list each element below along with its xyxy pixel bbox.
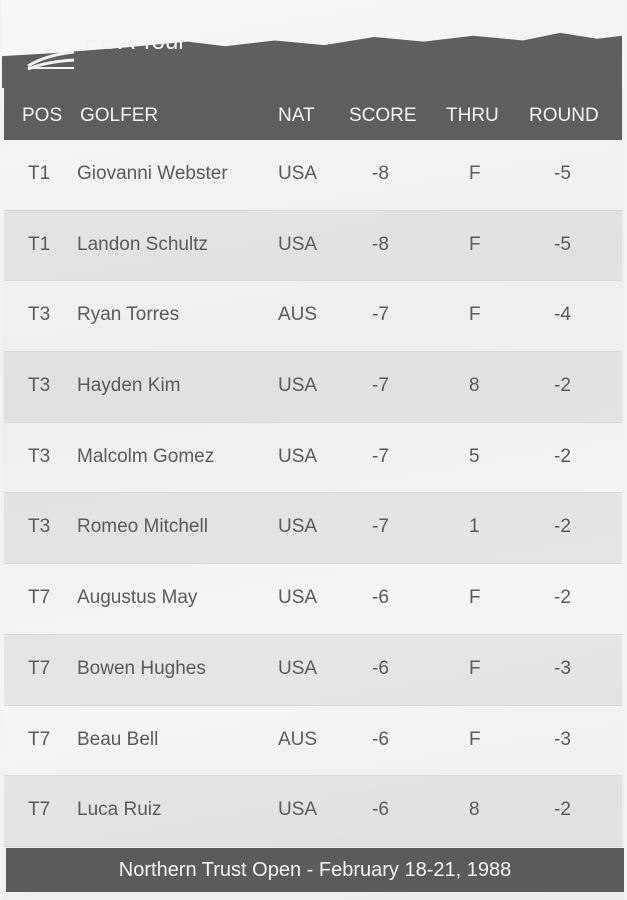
thru: F	[469, 657, 481, 679]
position: T1	[28, 233, 51, 255]
position: T7	[28, 799, 51, 821]
score: -6	[372, 587, 389, 609]
score: -7	[372, 445, 389, 467]
nationality: USA	[278, 233, 318, 255]
nationality: USA	[278, 516, 318, 538]
thru: F	[469, 233, 481, 255]
tour-logo-icon	[27, 50, 75, 70]
golfer-name: Giovanni Webster	[77, 163, 228, 184]
golfer-name: Romeo Mitchell	[77, 516, 208, 538]
position: T3	[28, 516, 51, 538]
nationality: USA	[278, 375, 318, 397]
golfer-name: Luca Ruiz	[77, 799, 162, 821]
round-score: -5	[554, 163, 571, 184]
thru: 8	[469, 375, 480, 397]
event-title: Northern Trust Open - February 18-21, 19…	[118, 858, 512, 881]
score: -7	[372, 304, 389, 326]
col-pos: POS	[22, 105, 63, 126]
nationality: USA	[278, 799, 318, 821]
col-round: ROUND	[529, 105, 599, 126]
round-score: -5	[554, 233, 571, 255]
thru: F	[469, 728, 481, 750]
round-score: -4	[554, 304, 571, 326]
table-row: T3 Malcolm Gomez USA -7 5 -2	[4, 423, 622, 494]
thru: 1	[469, 516, 480, 538]
table-row: T3 Romeo Mitchell USA -7 1 -2	[4, 493, 622, 565]
nationality: USA	[278, 445, 318, 467]
golfer-name: Ryan Torres	[77, 304, 180, 326]
golfer-name: Augustus May	[77, 587, 198, 609]
position: T7	[28, 657, 51, 679]
round-score: -2	[554, 799, 571, 821]
nationality: USA	[278, 163, 318, 184]
table-row: T7 Beau Bell AUS -6 F -3	[4, 706, 622, 777]
golfer-name: Beau Bell	[77, 728, 159, 750]
round-score: -2	[554, 587, 571, 609]
round-score: -2	[554, 516, 571, 538]
round-score: -2	[554, 375, 571, 397]
nationality: USA	[278, 657, 318, 679]
table-row: T3 Ryan Torres AUS -7 F -4	[4, 281, 622, 353]
position: T3	[28, 445, 51, 467]
round-score: -2	[554, 445, 571, 467]
round-score: -3	[554, 728, 571, 750]
table-row: T3 Hayden Kim USA -7 8 -2	[4, 352, 622, 423]
thru: F	[469, 163, 481, 184]
table-row: T1 Landon Schultz USA -8 F -5	[4, 210, 622, 282]
position: T7	[28, 728, 51, 750]
thru: F	[469, 304, 481, 326]
table-row: T1 Giovanni Webster USA -8 F -5	[4, 140, 622, 211]
position: T1	[28, 163, 51, 184]
golfer-name: Malcolm Gomez	[77, 445, 215, 467]
golfer-name: Bowen Hughes	[77, 657, 206, 679]
score: -7	[372, 375, 389, 397]
position: T3	[28, 304, 51, 326]
leaderboard-rows: T1 Giovanni Webster USA -8 F -5 T1 Lando…	[4, 140, 622, 847]
nationality: USA	[278, 587, 318, 609]
position: T7	[28, 587, 51, 609]
thru: F	[469, 587, 481, 609]
score: -7	[372, 516, 389, 538]
score: -6	[372, 657, 389, 679]
thru: 8	[469, 799, 480, 821]
position: T3	[28, 375, 51, 397]
table-row: T7 Luca Ruiz USA -6 8 -2	[4, 776, 622, 847]
score: -6	[372, 728, 389, 750]
col-nat: NAT	[278, 105, 315, 126]
thru: 5	[469, 445, 480, 467]
event-footer: Northern Trust Open - February 18-21, 19…	[6, 848, 624, 892]
leaderboard-header: POS GOLFER NAT SCORE THRU ROUND	[4, 88, 622, 140]
score: -6	[372, 799, 389, 821]
golfer-name: Landon Schultz	[77, 233, 208, 255]
col-golfer: GOLFER	[80, 105, 159, 126]
nationality: AUS	[278, 304, 318, 326]
golfer-name: Hayden Kim	[77, 375, 181, 397]
score: -8	[372, 233, 389, 255]
col-score: SCORE	[349, 105, 417, 126]
table-row: T7 Bowen Hughes USA -6 F -3	[4, 634, 622, 706]
nationality: AUS	[278, 728, 318, 750]
col-thru: THRU	[446, 105, 499, 126]
round-score: -3	[554, 657, 571, 679]
score: -8	[372, 163, 389, 184]
table-row: T7 Augustus May USA -6 F -2	[4, 564, 622, 635]
